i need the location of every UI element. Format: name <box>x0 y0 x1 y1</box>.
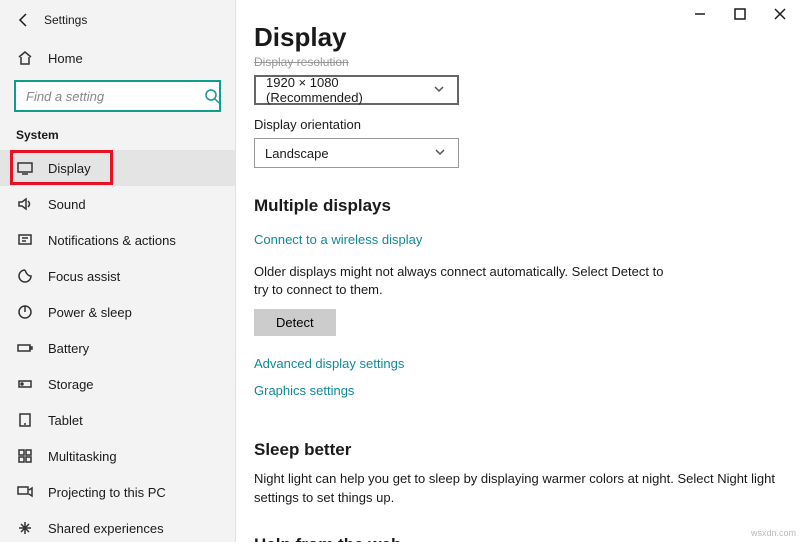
sidebar-item-label: Display <box>48 161 91 176</box>
sidebar-item-power-sleep[interactable]: Power & sleep <box>0 294 235 330</box>
minimize-button[interactable] <box>680 0 720 28</box>
resolution-value: 1920 × 1080 (Recommended) <box>266 75 431 105</box>
detect-description: Older displays might not always connect … <box>254 263 674 299</box>
sidebar-item-label: Projecting to this PC <box>48 485 166 500</box>
orientation-label: Display orientation <box>254 117 782 132</box>
resolution-combo[interactable]: 1920 × 1080 (Recommended) <box>254 75 459 105</box>
sidebar-item-label: Battery <box>48 341 89 356</box>
home-icon <box>16 49 34 67</box>
projecting-icon <box>16 483 34 501</box>
sidebar-item-tablet[interactable]: Tablet <box>0 402 235 438</box>
sound-icon <box>16 195 34 213</box>
sidebar-item-display[interactable]: Display <box>0 150 235 186</box>
section-label-system: System <box>0 124 235 150</box>
help-from-web-heading: Help from the web <box>254 535 782 542</box>
sidebar-item-label: Storage <box>48 377 94 392</box>
sidebar-item-battery[interactable]: Battery <box>0 330 235 366</box>
sidebar-item-sound[interactable]: Sound <box>0 186 235 222</box>
sidebar-item-shared-experiences[interactable]: Shared experiences <box>0 510 235 546</box>
advanced-display-settings-link[interactable]: Advanced display settings <box>254 356 404 371</box>
sidebar-item-focus-assist[interactable]: Focus assist <box>0 258 235 294</box>
notifications-icon <box>16 231 34 249</box>
sidebar-item-label: Multitasking <box>48 449 117 464</box>
chevron-down-icon <box>431 81 447 100</box>
connect-wireless-display-link[interactable]: Connect to a wireless display <box>254 232 422 247</box>
power-icon <box>16 303 34 321</box>
home-label: Home <box>48 51 83 66</box>
sidebar-item-label: Sound <box>48 197 86 212</box>
watermark: wsxdn.com <box>751 528 796 538</box>
sidebar-item-notifications[interactable]: Notifications & actions <box>0 222 235 258</box>
close-button[interactable] <box>760 0 800 28</box>
sleep-better-heading: Sleep better <box>254 440 782 460</box>
sleep-better-description: Night light can help you get to sleep by… <box>254 470 782 506</box>
graphics-settings-link[interactable]: Graphics settings <box>254 383 354 398</box>
back-button[interactable] <box>8 4 40 36</box>
sidebar-item-multitasking[interactable]: Multitasking <box>0 438 235 474</box>
detect-button[interactable]: Detect <box>254 309 336 336</box>
resolution-label: Display resolution <box>254 55 782 69</box>
sidebar-item-label: Focus assist <box>48 269 120 284</box>
sidebar-item-label: Tablet <box>48 413 83 428</box>
sidebar-item-label: Shared experiences <box>48 521 164 536</box>
shared-experiences-icon <box>16 519 34 537</box>
search-box[interactable] <box>14 80 221 112</box>
sidebar-home[interactable]: Home <box>0 40 235 76</box>
storage-icon <box>16 375 34 393</box>
sidebar-item-storage[interactable]: Storage <box>0 366 235 402</box>
focus-assist-icon <box>16 267 34 285</box>
window-title: Settings <box>44 13 87 27</box>
search-input[interactable] <box>24 88 204 105</box>
chevron-down-icon <box>432 144 448 163</box>
orientation-value: Landscape <box>265 146 329 161</box>
maximize-button[interactable] <box>720 0 760 28</box>
tablet-icon <box>16 411 34 429</box>
sidebar-item-projecting[interactable]: Projecting to this PC <box>0 474 235 510</box>
multitasking-icon <box>16 447 34 465</box>
display-icon <box>16 159 34 177</box>
sidebar-item-label: Power & sleep <box>48 305 132 320</box>
orientation-combo[interactable]: Landscape <box>254 138 459 168</box>
sidebar-item-label: Notifications & actions <box>48 233 176 248</box>
battery-icon <box>16 339 34 357</box>
search-icon <box>204 87 220 105</box>
multiple-displays-heading: Multiple displays <box>254 196 782 216</box>
